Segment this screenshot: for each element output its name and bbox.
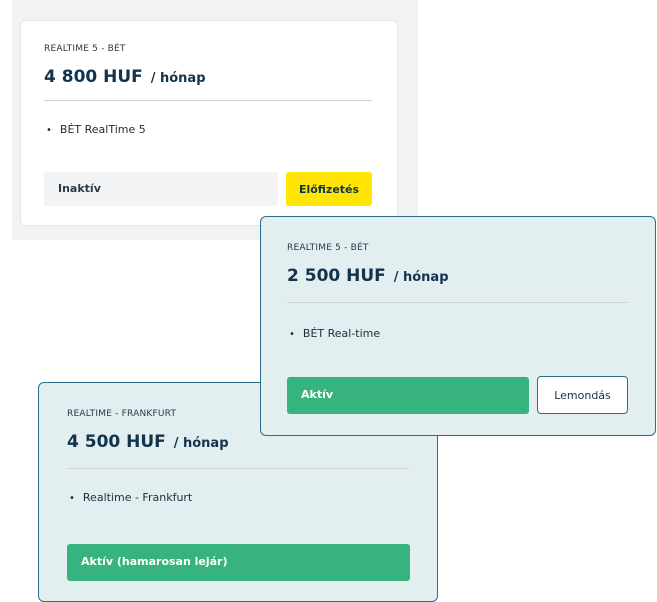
status-active-expiring: Aktív (hamarosan lejár) — [67, 544, 410, 581]
subscription-card-bet-4800: REALTIME 5 - BÉT 4 800 HUF / hónap • BÉT … — [20, 20, 398, 226]
price-period: / hónap — [150, 71, 206, 86]
status-inactive: Inaktív — [44, 172, 278, 206]
divider — [67, 468, 409, 469]
plan-name: REALTIME 5 - BÉT — [287, 243, 369, 253]
feature-label: Realtime - Frankfurt — [82, 491, 193, 504]
subscription-card-bet-2500: REALTIME 5 - BÉT 2 500 HUF / hónap • BÉT … — [260, 216, 656, 436]
plan-name: REALTIME - FRANKFURT — [67, 409, 177, 419]
cancel-subscription-button[interactable]: Lemondás — [537, 376, 628, 414]
price-amount: 2 500 HUF — [287, 266, 386, 286]
feature-item: • BÉT Real-time — [289, 327, 380, 340]
price-amount: 4 800 HUF — [44, 67, 143, 87]
bullet-icon: • — [46, 125, 52, 136]
feature-item: • BÉT RealTime 5 — [46, 123, 146, 136]
price-period: / hónap — [393, 270, 449, 285]
divider — [287, 302, 629, 303]
plan-price: 4 800 HUF / hónap — [44, 67, 206, 87]
feature-label: BÉT RealTime 5 — [59, 123, 146, 136]
plan-name: REALTIME 5 - BÉT — [44, 44, 126, 54]
plan-price: 4 500 HUF / hónap — [67, 432, 229, 452]
status-active: Aktív — [287, 377, 529, 414]
plan-price: 2 500 HUF / hónap — [287, 266, 449, 286]
bullet-icon: • — [289, 329, 295, 340]
subscribe-button[interactable]: Előfizetés — [286, 172, 372, 206]
feature-label: BÉT Real-time — [302, 327, 381, 340]
bullet-icon: • — [69, 493, 75, 504]
price-period: / hónap — [173, 436, 229, 451]
feature-item: • Realtime - Frankfurt — [69, 491, 192, 504]
price-amount: 4 500 HUF — [67, 432, 166, 452]
divider — [44, 100, 372, 101]
